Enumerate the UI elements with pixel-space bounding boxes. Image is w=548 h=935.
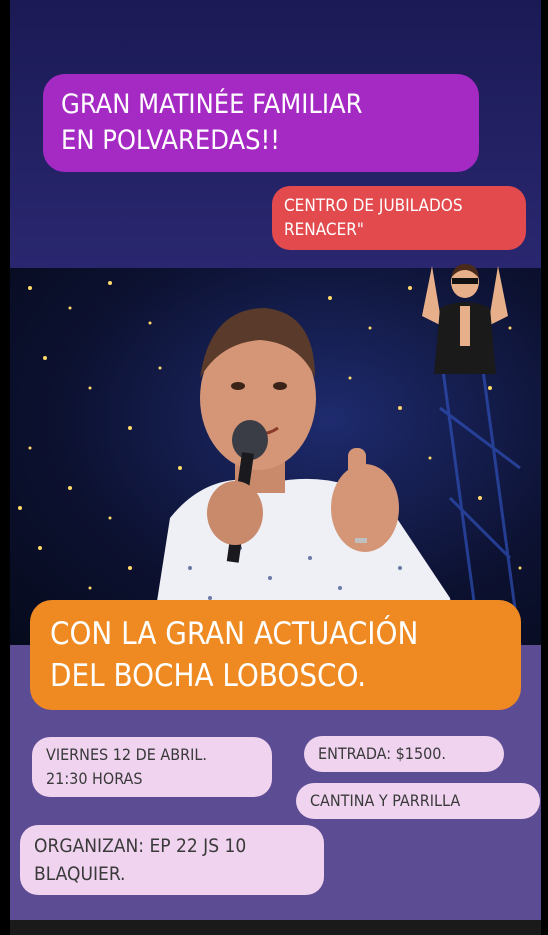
entry-price-badge: ENTRADA: $1500. — [304, 736, 504, 772]
organizers-line1: ORGANIZAN: EP 22 JS 10 — [34, 835, 247, 857]
poster: GRAN MATINÉE FAMILIAR EN POLVAREDAS!! CE… — [10, 0, 541, 935]
venue-line2: RENACER" — [284, 220, 364, 240]
venue-label: CENTRO DE JUBILADOS RENACER" — [272, 186, 526, 250]
event-time: 21:30 HORAS — [46, 769, 143, 788]
event-title-line1: GRAN MATINÉE FAMILIAR — [61, 89, 363, 120]
venue-line1: CENTRO DE JUBILADOS — [284, 196, 463, 216]
event-title-line2: EN POLVAREDAS!! — [61, 125, 280, 156]
entry-price: ENTRADA: $1500. — [318, 744, 446, 763]
food-text: CANTINA Y PARRILLA — [310, 791, 461, 810]
bottom-strip — [10, 920, 541, 935]
date-time-badge: VIERNES 12 DE ABRIL. 21:30 HORAS — [32, 737, 272, 797]
dancer-sticker — [422, 264, 508, 374]
food-badge: CANTINA Y PARRILLA — [296, 783, 540, 819]
headline-line2: DEL BOCHA LOBOSCO. — [50, 658, 367, 694]
organizers-badge: ORGANIZAN: EP 22 JS 10 BLAQUIER. — [20, 825, 324, 895]
headline-banner: CON LA GRAN ACTUACIÓN DEL BOCHA LOBOSCO. — [30, 600, 521, 710]
event-title: GRAN MATINÉE FAMILIAR EN POLVAREDAS!! — [43, 74, 479, 172]
organizers-line2: BLAQUIER. — [34, 863, 126, 885]
event-date: VIERNES 12 DE ABRIL. — [46, 745, 207, 764]
headline-line1: CON LA GRAN ACTUACIÓN — [50, 616, 419, 652]
